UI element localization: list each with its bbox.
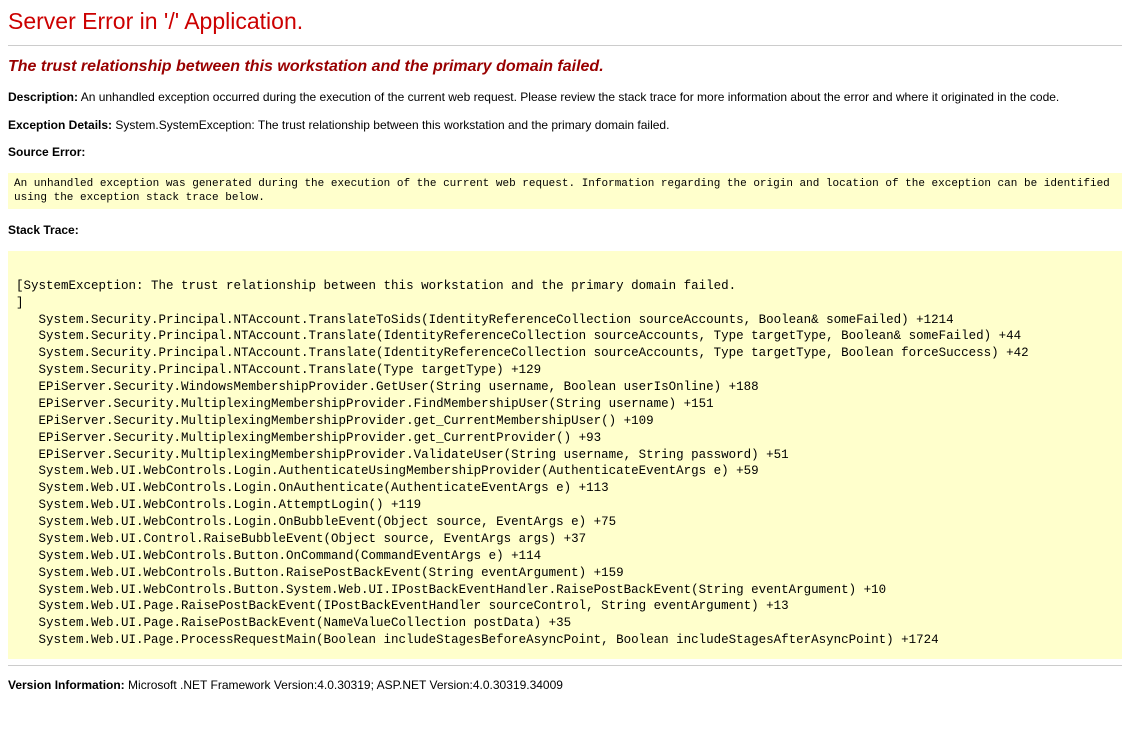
stack-trace-box: [SystemException: The trust relationship… xyxy=(8,251,1122,659)
stack-trace-label: Stack Trace: xyxy=(8,223,79,237)
source-error-box: An unhandled exception was generated dur… xyxy=(8,173,1122,210)
version-label: Version Information: xyxy=(8,678,125,692)
description-line: Description: An unhandled exception occu… xyxy=(8,90,1122,106)
divider-bottom xyxy=(8,665,1122,666)
description-text: An unhandled exception occurred during t… xyxy=(81,90,1060,104)
description-label: Description: xyxy=(8,90,78,104)
source-error-label: Source Error: xyxy=(8,145,85,159)
error-subtitle: The trust relationship between this work… xyxy=(8,58,1122,76)
divider xyxy=(8,45,1122,46)
exception-details-label: Exception Details: xyxy=(8,118,112,132)
stack-trace-line: Stack Trace: xyxy=(8,223,1122,239)
version-line: Version Information: Microsoft .NET Fram… xyxy=(8,678,1122,692)
version-text: Microsoft .NET Framework Version:4.0.303… xyxy=(128,678,563,692)
exception-details-line: Exception Details: System.SystemExceptio… xyxy=(8,118,1122,134)
source-error-line: Source Error: xyxy=(8,145,1122,161)
error-title: Server Error in '/' Application. xyxy=(8,8,1122,35)
exception-details-text: System.SystemException: The trust relati… xyxy=(115,118,669,132)
